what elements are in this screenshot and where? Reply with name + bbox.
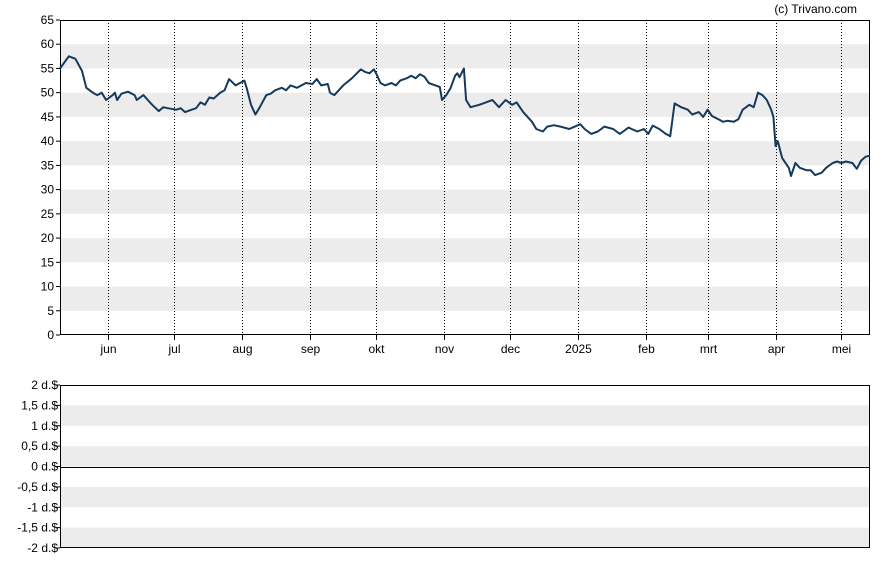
grid-band [60,238,870,263]
y-tick-label: 0,5 d.$ [21,439,58,453]
y-tick-label: 50 [41,86,55,100]
y-tick-label: 15 [41,255,55,269]
x-tick-label: mrt [700,342,718,356]
grid-band [60,141,870,166]
dividend-chart: 2 d.$ 1,5 d.$ 1 d.$ 0,5 d.$ 0 d.$ -0,5 d.$ -1 … [17,378,870,555]
grid-band [60,446,870,467]
grid-band [60,527,870,548]
price-chart: jun jul aug sep okt nov dec 2025 feb mrt apr mei051… [41,13,871,356]
x-tick-label: okt [368,342,385,356]
grid-band [60,286,870,311]
y-tick-label: 10 [41,280,55,294]
y-tick-label: -0,5 d.$ [17,480,58,494]
y-tick-label: 60 [41,37,55,51]
y-tick-label: 20 [41,231,55,245]
x-tick-label: mei [832,342,851,356]
x-tick-label: aug [232,342,252,356]
y-tick-label: -1,5 d.$ [17,521,58,535]
grid-band [60,44,870,69]
y-tick-label: 35 [41,158,55,172]
watermark-text: (c) Trivano.com [774,2,857,16]
x-tick-label: 2025 [565,342,592,356]
x-tick-label: apr [768,342,785,356]
y-tick-label: 0 d.$ [31,460,58,474]
chart-area: (c) Trivano.com jun jul aug sep okt nov dec 202… [0,0,888,565]
x-tick-label: dec [501,342,520,356]
x-tick-label: jul [167,342,180,356]
y-tick-label: -2 d.$ [27,541,58,555]
y-tick-label: 45 [41,110,55,124]
y-tick-label: 5 [47,304,54,318]
y-tick-label: 30 [41,183,55,197]
x-tick-label: jun [99,342,116,356]
y-tick-label: -1 d.$ [27,500,58,514]
x-tick-label: sep [301,342,321,356]
y-tick-label: 2 d.$ [31,378,58,392]
x-tick-label: nov [435,342,454,356]
y-tick-label: 25 [41,207,55,221]
y-tick-label: 0 [47,328,54,342]
grid-band [60,486,870,508]
grid-band [60,405,870,426]
x-tick-label: feb [638,342,655,356]
y-tick-label: 55 [41,61,55,75]
y-tick-label: 1 d.$ [31,419,58,433]
grid-band [60,189,870,214]
y-tick-label: 40 [41,134,55,148]
charts-svg: (c) Trivano.com jun jul aug sep okt nov dec 202… [17,2,871,555]
y-tick-label: 65 [41,13,55,27]
y-tick-label: 1,5 d.$ [21,398,58,412]
